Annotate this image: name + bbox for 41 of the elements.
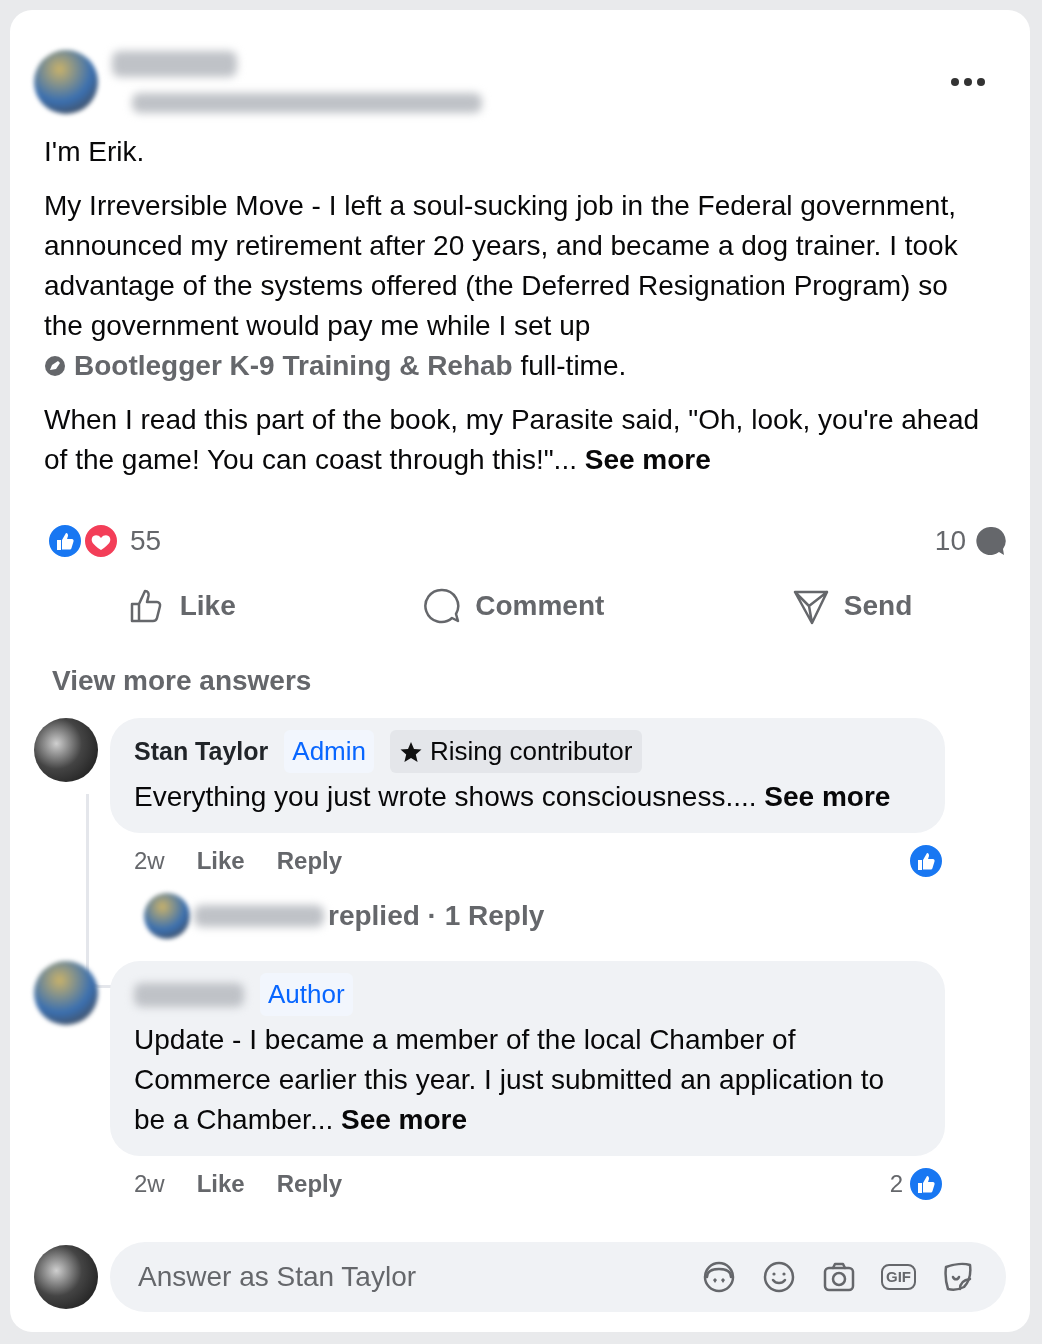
- commenter-name[interactable]: Stan Taylor: [134, 732, 269, 771]
- compass-icon: [44, 355, 66, 377]
- like-button[interactable]: Like: [121, 584, 242, 628]
- reply-link[interactable]: Reply: [276, 1166, 343, 1202]
- gif-button[interactable]: GIF: [881, 1264, 916, 1290]
- avatar[interactable]: [34, 961, 98, 1025]
- avatar-sticker-icon[interactable]: [701, 1259, 737, 1295]
- avatar[interactable]: [34, 50, 98, 114]
- comment-time: 2w: [134, 1169, 165, 1199]
- comment-button[interactable]: Comment: [417, 584, 611, 628]
- like-reaction-icon: [907, 1165, 945, 1203]
- like-count: 2: [889, 1169, 903, 1199]
- comment-time: 2w: [134, 846, 165, 876]
- speech-bubble-icon: [974, 525, 1006, 557]
- comment-field[interactable]: Answer as Stan Taylor GIF: [110, 1242, 1006, 1312]
- like-reaction-icon: [907, 842, 945, 880]
- see-more-link[interactable]: See more: [341, 1104, 468, 1135]
- contributor-text: Rising contributor: [430, 735, 633, 768]
- post-text: I'm Erik.: [44, 135, 146, 169]
- send-button[interactable]: Send: [785, 584, 919, 628]
- comment-text: Update - I became a member of the local Chamber of Commerce earlier this year. I just submitted an application to be a Chamber... See more: [134, 1023, 886, 1137]
- post-text: My Irreversible Move - I left a soul-sucking job in the Federal government, announced my retirement after 20 years, and became a dog trainer. I took advantage of the systems offered (the Deferred Resignation Program) so the government would pay me while I set up Bootlegger K-9 Training & Rehab full-time.: [44, 189, 959, 383]
- role-label: Admin: [284, 730, 374, 773]
- more-icon[interactable]: [950, 77, 986, 87]
- page-link[interactable]: Bootlegger K-9 Training & Rehab: [44, 350, 513, 381]
- comment-count[interactable]: 10: [934, 520, 966, 562]
- like-link[interactable]: Like: [196, 1166, 245, 1202]
- like-link[interactable]: Like: [196, 843, 245, 879]
- post-text: When I read this part of the book, my Parasite said, "Oh, look, you're ahead of the game! You can coast through this!"... See more: [44, 403, 981, 477]
- comment-text: Everything you just wrote shows consciousness.... See more: [134, 780, 892, 814]
- comment-icon: [423, 587, 462, 625]
- reaction-count[interactable]: 55: [130, 520, 162, 562]
- replies-link[interactable]: replied · 1 Reply: [328, 895, 545, 937]
- reply-link[interactable]: Reply: [276, 843, 343, 879]
- see-more-link[interactable]: See more: [584, 444, 711, 475]
- avatar[interactable]: [144, 893, 190, 939]
- see-more-link[interactable]: See more: [764, 781, 891, 812]
- view-more-link[interactable]: View more answers: [52, 660, 312, 702]
- smiley-icon[interactable]: [761, 1259, 797, 1295]
- role-label: Author: [260, 973, 353, 1016]
- star-icon: [400, 740, 422, 763]
